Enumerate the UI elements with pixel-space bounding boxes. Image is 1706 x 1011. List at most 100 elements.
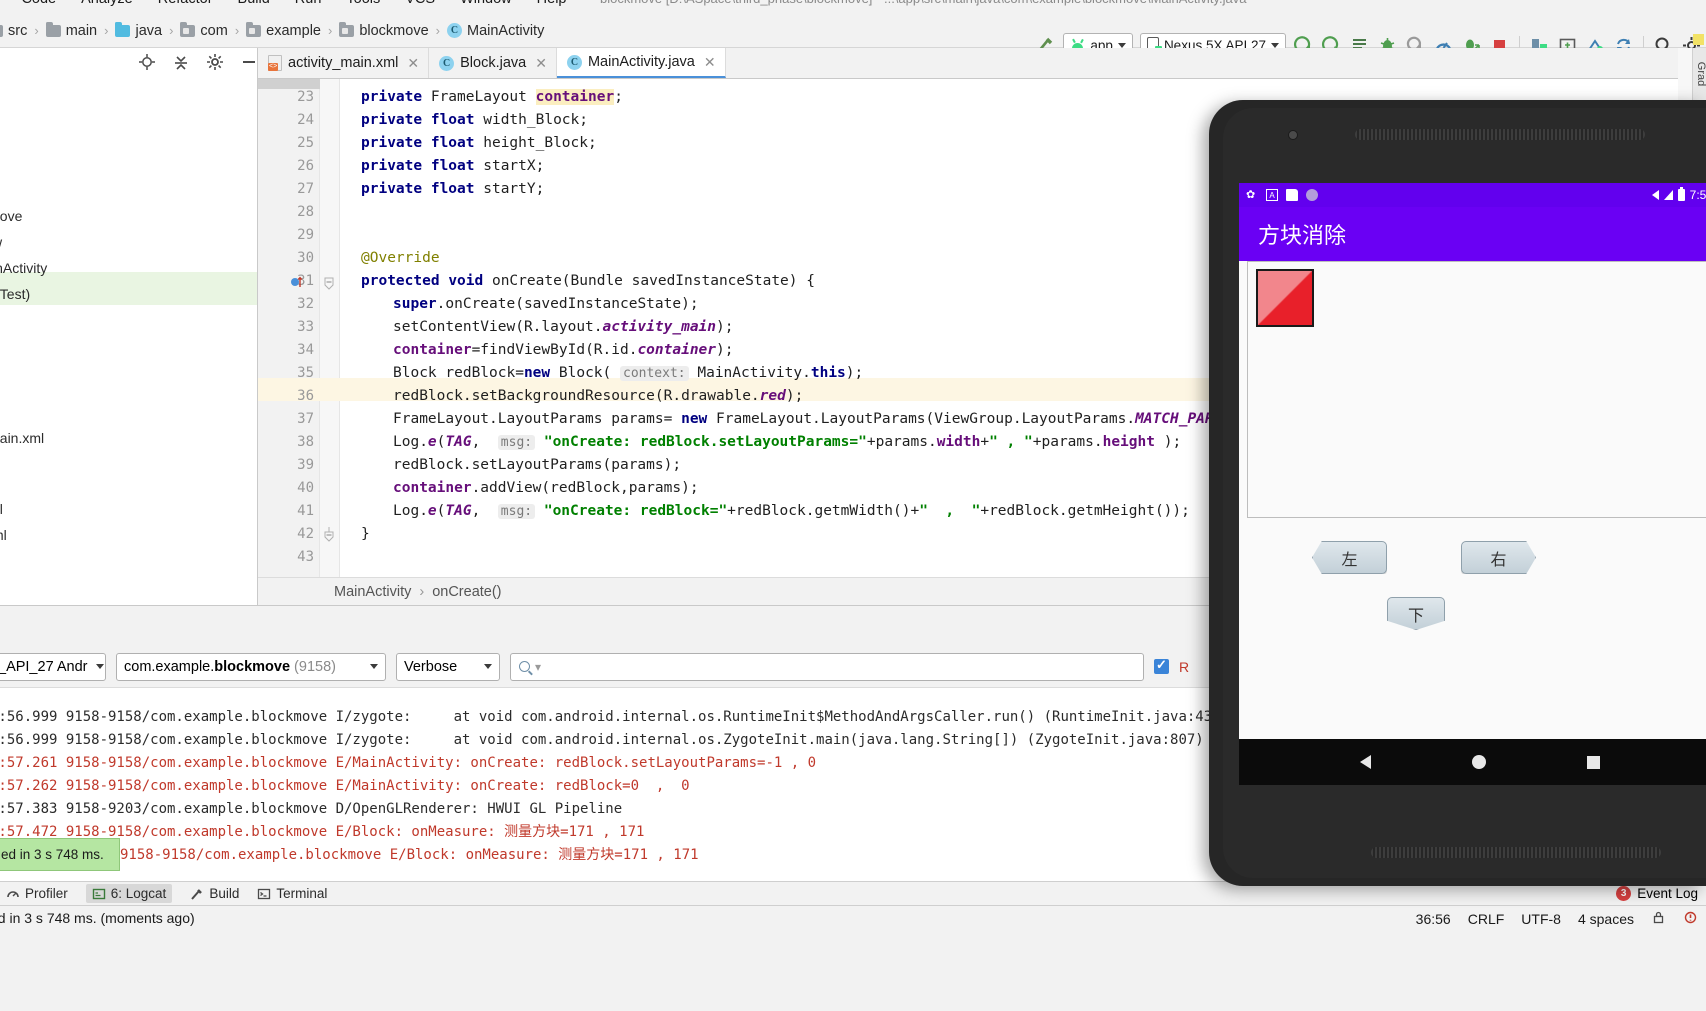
editor-tab-activity-main-xml[interactable]: activity_main.xml ✕ [258, 48, 430, 78]
menu-item-refactor[interactable]: Refactor [155, 0, 216, 7]
adb-icon: A [1266, 189, 1278, 201]
line-separator[interactable]: CRLF [1468, 911, 1505, 927]
search-icon [519, 661, 530, 672]
status-icons-left: ✿ A [1246, 189, 1318, 201]
caret-position[interactable]: 36:56 [1416, 911, 1451, 927]
menu-item-window[interactable]: Window [457, 0, 515, 7]
breadcrumb-label: com [200, 22, 228, 39]
breadcrumb-item-blockmove[interactable]: blockmove [337, 21, 430, 39]
breadcrumb-item-java[interactable]: java [113, 21, 164, 39]
project-tree-row[interactable]: dTest) [0, 286, 30, 302]
emulator-screen[interactable]: ✿ A 7:52 方块消除 [1239, 183, 1706, 785]
process-selector-label: com.example.blockmove (9158) [124, 658, 336, 675]
gradle-tool-label[interactable]: Grad [1695, 62, 1706, 86]
class-icon: C [439, 55, 455, 71]
inspections-icon[interactable] [1683, 910, 1698, 928]
menu-item-tools[interactable]: Tools [343, 0, 383, 7]
warning-marker[interactable] [1693, 34, 1704, 45]
editor-fold-gutter[interactable] [320, 79, 340, 577]
back-button[interactable] [1359, 755, 1371, 769]
project-tree-row[interactable]: nove [0, 208, 22, 224]
front-camera-icon [1288, 130, 1298, 140]
home-button[interactable] [1471, 755, 1486, 769]
close-icon[interactable]: ✕ [704, 54, 716, 71]
project-tree-row[interactable]: inActivity [0, 260, 47, 276]
tool-button-terminal[interactable]: Terminal [257, 886, 327, 901]
project-tree-row[interactable]: nain.xml [0, 430, 44, 446]
recents-button[interactable] [1586, 755, 1600, 769]
editor-tab-mainactivity-java[interactable]: C MainActivity.java ✕ [556, 48, 726, 78]
hide-panel-icon[interactable] [240, 53, 258, 74]
menu-item-vcs[interactable]: VCS [402, 0, 438, 7]
lock-icon[interactable] [1651, 910, 1666, 928]
logcat-process-selector[interactable]: com.example.blockmove (9158) [116, 652, 386, 681]
regex-checkbox[interactable] [1154, 657, 1169, 674]
logcat-level-selector[interactable]: Verbose [396, 652, 500, 681]
collapse-all-icon[interactable] [172, 53, 190, 74]
menu-item-code[interactable]: Code [18, 0, 59, 7]
tool-button-logcat[interactable]: 6: Logcat [85, 884, 173, 903]
tool-button-label: Build [209, 886, 240, 901]
move-left-button[interactable]: 左 [1312, 541, 1387, 574]
breakpoint-icon[interactable] [290, 275, 306, 292]
menu-item-help[interactable]: Help [534, 0, 570, 7]
indent-setting[interactable]: 4 spaces [1578, 911, 1634, 927]
breadcrumb-class[interactable]: MainActivity [334, 584, 411, 600]
tab-label: Block.java [460, 55, 527, 71]
breadcrumb-label: java [135, 22, 163, 39]
breadcrumb-item-main[interactable]: main [44, 21, 99, 39]
tool-button-build[interactable]: Build [190, 886, 239, 901]
project-tree-row[interactable]: nl [0, 501, 3, 517]
chevron-down-icon [95, 664, 104, 669]
menu-item-run[interactable]: Run [292, 0, 325, 7]
close-icon[interactable]: ✕ [407, 55, 419, 72]
search-placeholder: ▾ [535, 659, 542, 674]
line-number: 40 [297, 480, 314, 496]
log-entry: 1:57.383 9158-9203/com.example.blockmove… [0, 801, 623, 817]
logcat-search-input[interactable]: ▾ [510, 652, 1144, 681]
logcat-device-selector[interactable]: _API_27 Andr [0, 652, 106, 681]
build-success-popup: ed in 3 s 748 ms. [0, 838, 120, 871]
menu-item-build[interactable]: Build [235, 0, 273, 7]
event-count-badge: 3 [1616, 885, 1632, 901]
tool-button-profiler[interactable]: Profiler [6, 886, 68, 901]
breadcrumb-item-example[interactable]: example [244, 21, 323, 39]
project-selected-row-highlight [0, 272, 257, 305]
locate-file-icon[interactable] [138, 53, 156, 74]
project-tool-window[interactable]: nove w inActivity dTest) ) nain.xml nl m… [0, 48, 258, 605]
line-number: 26 [297, 158, 314, 174]
block-container[interactable] [1247, 261, 1706, 518]
code-line-40: container.addView(redBlock,params); [393, 480, 699, 496]
bottom-speaker [1371, 847, 1661, 858]
folder-blue-icon [115, 21, 131, 37]
close-icon[interactable]: ✕ [535, 55, 547, 72]
earpiece-speaker [1355, 129, 1645, 140]
package-icon [180, 21, 196, 37]
project-panel-toolbar [0, 48, 258, 79]
editor-tab-block-java[interactable]: C Block.java ✕ [429, 48, 557, 78]
breadcrumb-item-src[interactable]: src [0, 23, 29, 39]
fold-marker-end-icon[interactable] [322, 527, 336, 546]
device-selector-label: _API_27 Andr [0, 658, 88, 675]
move-down-button[interactable]: 下 [1387, 597, 1445, 630]
encoding[interactable]: UTF-8 [1521, 911, 1561, 927]
emulator-window[interactable]: ✿ A 7:52 方块消除 [1209, 100, 1706, 886]
project-tree-row[interactable]: w [0, 234, 2, 250]
signal-icon [1663, 190, 1673, 200]
code-line-24: private float width_Block; [361, 112, 588, 128]
breadcrumb-method[interactable]: onCreate() [432, 584, 501, 600]
terminal-icon [258, 888, 271, 899]
breadcrumb-item-mainactivity[interactable]: C MainActivity [445, 23, 546, 39]
project-tree-row[interactable]: ml [0, 527, 7, 543]
fold-marker-icon[interactable] [322, 277, 336, 294]
breadcrumb-item-com[interactable]: com [178, 21, 229, 39]
gear-icon[interactable] [206, 53, 224, 74]
button-label: 左 [1341, 549, 1358, 569]
code-line-31: protected void onCreate(Bundle savedInst… [361, 273, 815, 289]
menu-item-analyze[interactable]: Analyze [78, 0, 136, 7]
build-icon [191, 888, 203, 900]
red-block[interactable] [1256, 269, 1314, 327]
move-right-button[interactable]: 右 [1461, 541, 1536, 574]
log-entry: 1:57.261 9158-9158/com.example.blockmove… [0, 755, 817, 771]
class-icon: C [566, 54, 582, 70]
